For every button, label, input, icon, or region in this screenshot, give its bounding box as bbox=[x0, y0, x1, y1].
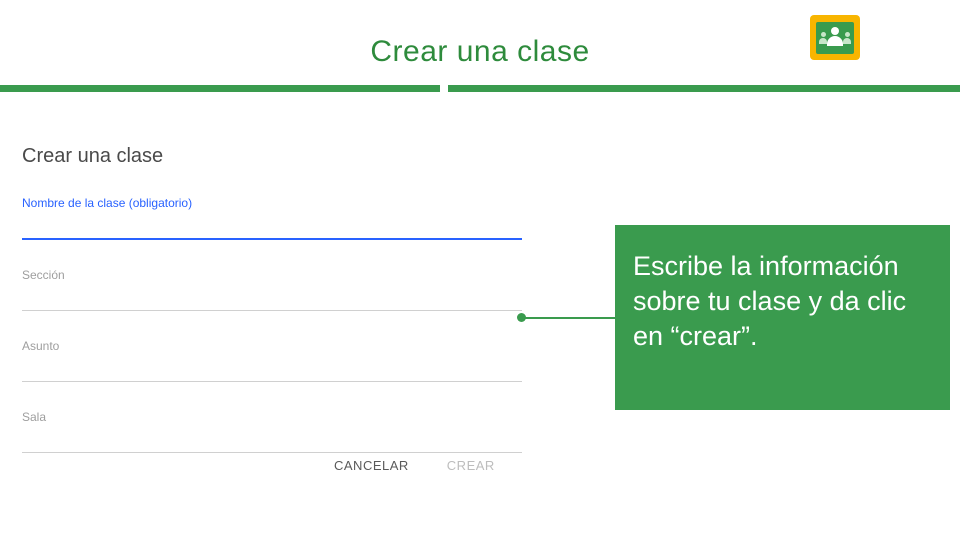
class-name-field: Nombre de la clase (obligatorio) bbox=[22, 196, 522, 240]
callout-connector-line bbox=[521, 317, 616, 319]
subject-input[interactable] bbox=[22, 357, 522, 382]
create-button[interactable]: CREAR bbox=[443, 450, 499, 481]
callout-connector-dot bbox=[517, 313, 526, 322]
cancel-button[interactable]: CANCELAR bbox=[330, 450, 413, 481]
class-name-label: Nombre de la clase (obligatorio) bbox=[22, 196, 522, 210]
form-buttons-row: CANCELAR CREAR bbox=[330, 450, 499, 481]
form-title: Crear una clase bbox=[22, 145, 522, 168]
room-field: Sala bbox=[22, 410, 522, 453]
callout-box: Escribe la información sobre tu clase y … bbox=[615, 225, 950, 410]
callout-text: Escribe la información sobre tu clase y … bbox=[633, 249, 932, 354]
class-name-input[interactable] bbox=[22, 214, 522, 240]
google-classroom-icon bbox=[810, 15, 860, 60]
section-label: Sección bbox=[22, 268, 522, 282]
subject-label: Asunto bbox=[22, 339, 522, 353]
section-field: Sección bbox=[22, 268, 522, 311]
create-class-form: Crear una clase Nombre de la clase (obli… bbox=[22, 145, 522, 481]
title-underline-gap bbox=[440, 85, 448, 92]
section-input[interactable] bbox=[22, 286, 522, 311]
subject-field: Asunto bbox=[22, 339, 522, 382]
title-underline bbox=[0, 85, 960, 92]
room-label: Sala bbox=[22, 410, 522, 424]
